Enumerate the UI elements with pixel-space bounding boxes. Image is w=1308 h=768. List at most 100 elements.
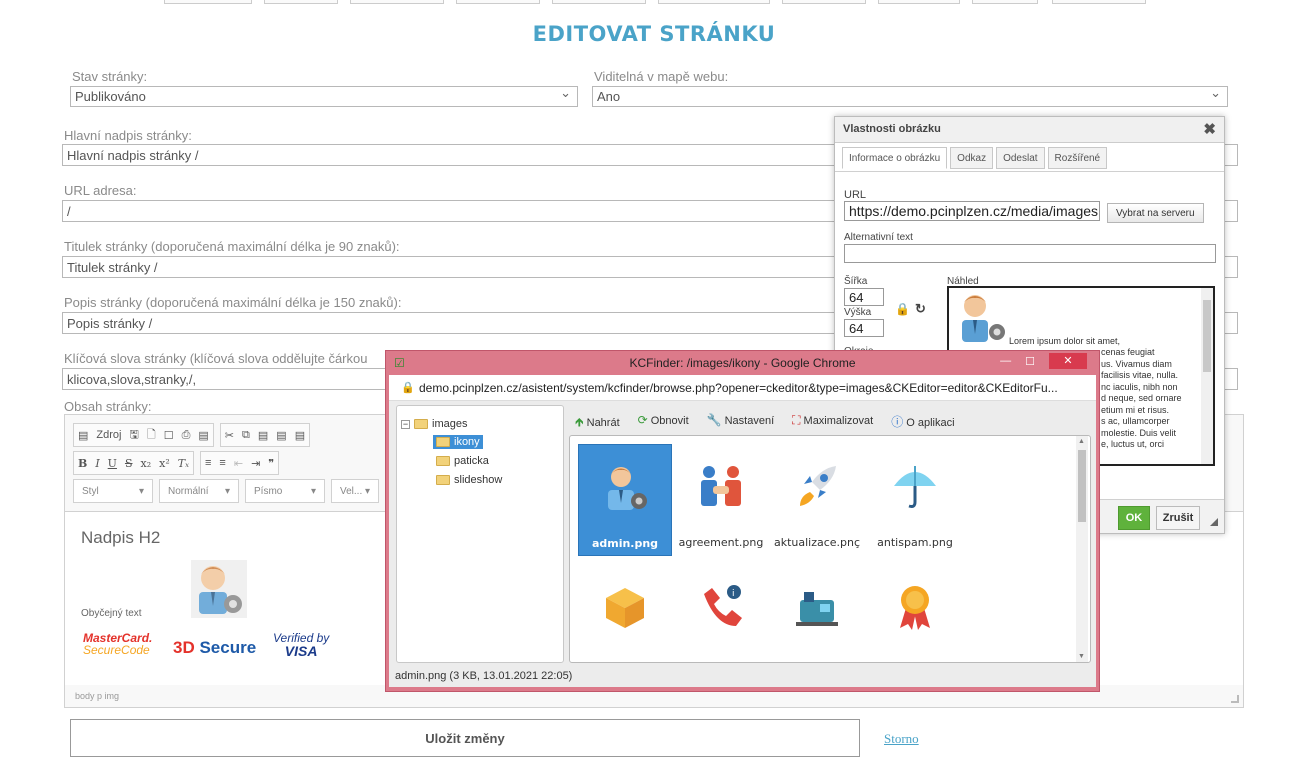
minimize-icon[interactable]: — — [1000, 355, 1011, 367]
browse-server-button[interactable]: Vybrat na serveru — [1107, 203, 1204, 223]
italic-icon[interactable]: I — [95, 457, 99, 470]
copy-icon[interactable]: ⧉ — [242, 429, 250, 442]
save-button[interactable]: Uložit změny — [70, 719, 860, 757]
file-certificate[interactable] — [868, 564, 962, 662]
outdent-icon[interactable]: ⇤ — [234, 457, 243, 470]
file-antispam[interactable]: antispam.png — [868, 444, 962, 556]
image-url-input[interactable]: https://demo.pcinplzen.cz/media/images — [844, 201, 1100, 221]
close-icon[interactable]: ✖ — [1203, 120, 1216, 138]
templates-icon[interactable]: ▤ — [198, 429, 208, 442]
tree-label: paticka — [454, 455, 489, 467]
superscript-icon[interactable]: x² — [159, 457, 170, 470]
reset-size-icon[interactable]: ↻ — [915, 301, 926, 317]
lock-ratio-icon[interactable]: 🔒 — [895, 302, 910, 316]
top-menu-button[interactable] — [1052, 0, 1146, 4]
top-menu-button[interactable] — [552, 0, 646, 4]
tab-upload[interactable]: Odeslat — [996, 147, 1045, 169]
top-menu-button[interactable] — [658, 0, 770, 4]
admin-avatar-icon — [199, 566, 242, 614]
tab-image-info[interactable]: Informace o obrázku — [842, 147, 948, 169]
format-combo-label: Normální — [168, 485, 209, 497]
file-machine[interactable] — [770, 564, 864, 662]
tree-label: slideshow — [454, 474, 503, 486]
blockquote-icon[interactable]: ❞ — [268, 457, 274, 470]
file-grid-scrollbar[interactable]: ▲ ▼ — [1076, 436, 1088, 662]
element-path[interactable]: body p img — [75, 691, 119, 701]
tree-item-slideshow[interactable]: slideshow — [436, 474, 502, 486]
bold-icon[interactable]: B — [78, 457, 87, 470]
upload-button[interactable]: 🡹 Nahrát — [575, 413, 620, 434]
tree-label: ikony — [454, 436, 480, 448]
preview-text-line: us. Vivamus diam — [1101, 358, 1172, 369]
strike-icon[interactable]: S — [125, 457, 133, 470]
source-button[interactable]: ▤ Zdroj 🖫 🗋 ☐ ⎙ ▤ — [73, 423, 214, 447]
save-icon[interactable]: 🖫 — [129, 426, 138, 445]
file-aktualizace[interactable]: aktualizace.pnç — [770, 444, 864, 556]
paste-text-icon[interactable]: ▤ — [276, 429, 286, 442]
tree-item-ikony[interactable]: ikony — [433, 435, 483, 449]
settings-button[interactable]: 🔧 Nastavení — [707, 413, 774, 434]
cut-icon[interactable]: ✂ — [225, 429, 234, 442]
preview-text-line: molestie. Duis velit — [1101, 427, 1177, 438]
alt-text-input[interactable] — [844, 244, 1216, 263]
print-icon[interactable]: ⎙ — [182, 429, 191, 442]
close-icon[interactable]: ✕ — [1049, 353, 1087, 369]
sitemap-select[interactable]: Ano — [592, 86, 1228, 107]
size-combo[interactable]: Vel... ▾ — [331, 479, 379, 503]
underline-icon[interactable]: U — [108, 457, 117, 470]
subscript-icon[interactable]: x₂ — [141, 457, 152, 470]
description-label: Popis stránky (doporučená maximální délk… — [64, 295, 402, 310]
top-menu-button[interactable] — [972, 0, 1038, 4]
preview-scrollbar[interactable] — [1201, 288, 1213, 464]
scroll-down-icon[interactable]: ▼ — [1078, 653, 1085, 660]
page-title: EDITOVAT STRÁNKU — [532, 22, 776, 46]
tree-item-paticka[interactable]: paticka — [436, 455, 489, 467]
paste-icon[interactable]: ▤ — [258, 429, 268, 442]
file-box[interactable] — [578, 564, 672, 662]
ok-button[interactable]: OK — [1118, 506, 1150, 530]
scroll-up-icon[interactable]: ▲ — [1078, 438, 1085, 445]
style-combo[interactable]: Styl ▾ — [73, 479, 153, 503]
resize-handle[interactable] — [1231, 695, 1239, 703]
file-admin[interactable]: admin.png — [578, 444, 672, 556]
top-menu-button[interactable] — [350, 0, 444, 4]
file-phone[interactable]: i — [674, 564, 768, 662]
tab-advanced[interactable]: Rozšířené — [1047, 147, 1108, 169]
maximize-button[interactable]: ⛶ Maximalizovat — [792, 413, 873, 434]
dialog-resize-handle[interactable] — [1210, 518, 1218, 526]
numbered-list-icon[interactable]: ≡ — [205, 457, 211, 469]
file-agreement[interactable]: agreement.png — [674, 444, 768, 556]
font-combo[interactable]: Písmo ▾ — [245, 479, 325, 503]
admin-icon — [608, 467, 647, 510]
address-bar[interactable]: 🔒 demo.pcinplzen.cz/asistent/system/kcfi… — [389, 375, 1096, 401]
bulleted-list-icon[interactable]: ≡ — [219, 457, 225, 469]
top-menu-button[interactable] — [164, 0, 252, 4]
dialog-header[interactable]: Vlastnosti obrázku ✖ — [835, 117, 1224, 143]
scroll-thumb[interactable] — [1078, 450, 1086, 522]
settings-label: Nastavení — [724, 415, 775, 427]
preview-icon[interactable]: ☐ — [164, 429, 174, 442]
tab-link[interactable]: Odkaz — [950, 147, 994, 169]
top-menu-button[interactable] — [878, 0, 960, 4]
top-menu-button[interactable] — [782, 0, 866, 4]
maximize-icon[interactable]: ☐ — [1025, 355, 1035, 368]
admin-image[interactable] — [191, 560, 247, 618]
status-select[interactable]: Publikováno — [70, 86, 578, 107]
preview-scroll-thumb[interactable] — [1203, 300, 1211, 372]
height-input[interactable]: 64 — [844, 319, 884, 337]
indent-icon[interactable]: ⇥ — [251, 457, 260, 470]
remove-format-icon[interactable]: Tₓ — [178, 457, 189, 470]
cancel-link[interactable]: Storno — [884, 731, 919, 747]
folder-tree: − images ikony paticka slideshow — [396, 405, 564, 663]
refresh-button[interactable]: ⟳ Obnovit — [638, 413, 689, 434]
about-button[interactable]: ⓘ O aplikaci — [891, 413, 954, 434]
top-menu-button[interactable] — [264, 0, 338, 4]
tree-item-images[interactable]: − images — [401, 418, 467, 430]
width-input[interactable]: 64 — [844, 288, 884, 306]
cancel-button[interactable]: Zrušit — [1156, 506, 1200, 530]
paste-word-icon[interactable]: ▤ — [295, 429, 305, 442]
top-menu-button[interactable] — [456, 0, 540, 4]
format-combo[interactable]: Normální ▾ — [159, 479, 239, 503]
collapse-icon[interactable]: − — [401, 419, 410, 429]
new-page-icon[interactable]: 🗋 — [147, 426, 156, 445]
